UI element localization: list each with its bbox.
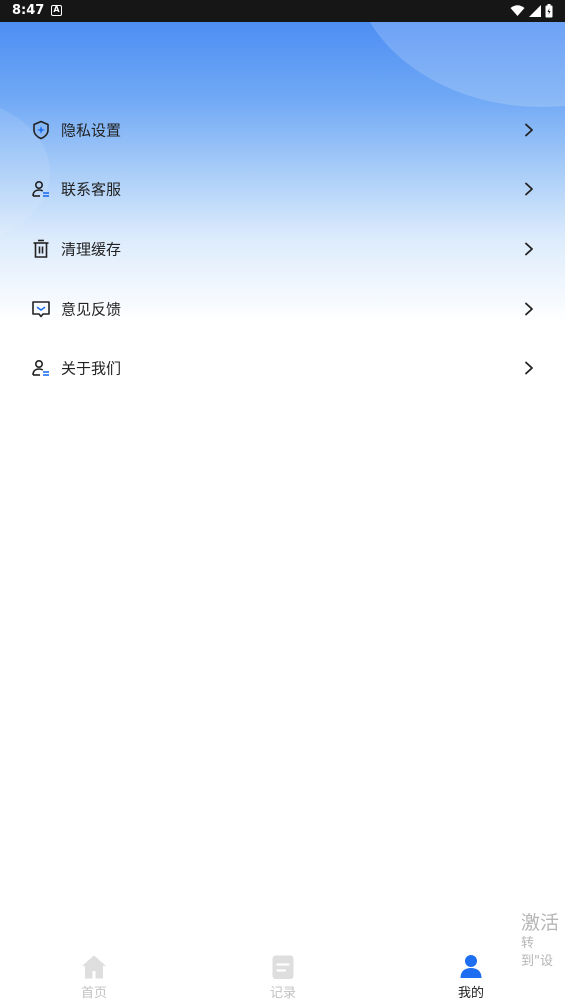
- document-icon: [272, 955, 294, 979]
- menu-item-clear-cache[interactable]: 清理缓存: [0, 219, 565, 279]
- tab-home[interactable]: 首页: [34, 948, 154, 1004]
- shield-icon: [31, 120, 51, 140]
- status-indicators: [510, 4, 553, 18]
- menu-item-label: 意见反馈: [61, 300, 122, 319]
- chevron-right-icon: [525, 302, 533, 315]
- menu-item-label: 联系客服: [61, 180, 122, 199]
- wifi-icon: [510, 5, 525, 16]
- menu-item-label: 关于我们: [61, 359, 122, 378]
- chevron-right-icon: [525, 123, 533, 137]
- trash-icon: [31, 239, 51, 259]
- menu-item-contact-support[interactable]: 联系客服: [0, 160, 565, 220]
- home-icon: [82, 955, 106, 979]
- user-list-icon: [31, 179, 51, 199]
- tab-label: 记录: [269, 986, 296, 1001]
- tab-label: 首页: [80, 986, 107, 1001]
- notification-icon: A: [51, 5, 62, 16]
- battery-icon: [545, 4, 553, 18]
- tab-records[interactable]: 记录: [223, 948, 343, 1004]
- bottom-tab-bar: 首页 记录 我的: [0, 948, 565, 1004]
- tab-mine[interactable]: 我的: [411, 948, 531, 1004]
- menu-item-feedback[interactable]: 意见反馈: [0, 279, 565, 339]
- menu-item-label: 隐私设置: [61, 121, 122, 140]
- tab-label: 我的: [457, 986, 484, 1001]
- chevron-right-icon: [525, 361, 533, 375]
- watermark-title: 激活: [521, 912, 560, 934]
- signal-icon: [529, 5, 541, 17]
- user-list-icon: [31, 358, 51, 378]
- settings-menu: 隐私设置 联系客服 清理缓存 意见反馈 关于我们: [0, 100, 565, 398]
- chevron-right-icon: [525, 182, 533, 196]
- watermark-subtitle: 转到"设: [521, 936, 553, 969]
- status-bar: 8:47 A: [0, 0, 565, 22]
- menu-item-about-us[interactable]: 关于我们: [0, 338, 565, 398]
- user-icon: [460, 955, 482, 978]
- menu-item-label: 清理缓存: [61, 240, 122, 259]
- chevron-right-icon: [525, 242, 533, 256]
- status-time: 8:47: [12, 3, 45, 18]
- activation-watermark: 激活 转到"设: [521, 911, 565, 971]
- menu-item-privacy-settings[interactable]: 隐私设置: [0, 100, 565, 160]
- feedback-message-icon: [31, 299, 51, 319]
- decor-circle: [352, 22, 565, 107]
